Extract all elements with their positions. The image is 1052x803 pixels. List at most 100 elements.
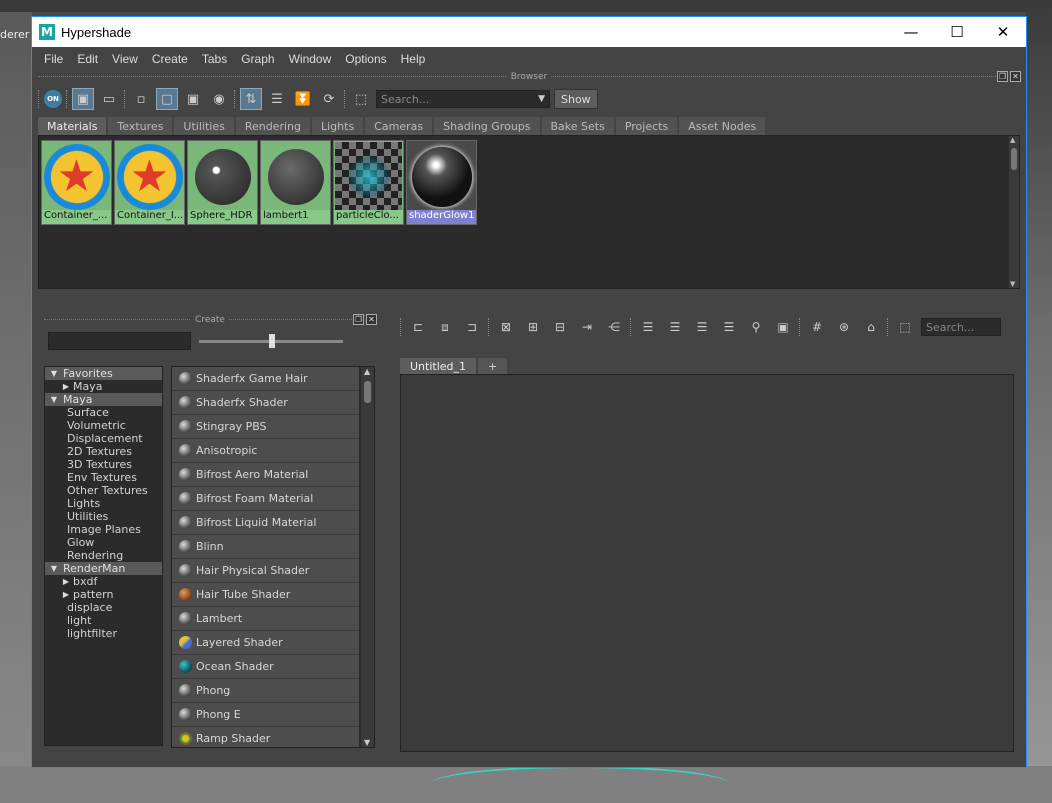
graph-network-icon[interactable]: ⋲ [603, 316, 625, 338]
menu-tabs[interactable]: Tabs [195, 52, 234, 66]
node-item-phong[interactable]: Phong [172, 679, 359, 703]
tree-item-pattern[interactable]: ▶ pattern [45, 588, 162, 601]
tab-bake-sets[interactable]: Bake Sets [541, 117, 614, 135]
graph-search-input[interactable]: Search... [921, 318, 1001, 336]
pin-icon[interactable]: ⌂ [860, 316, 882, 338]
show-button[interactable]: Show [554, 89, 598, 109]
rearrange-icon[interactable]: ⇥ [576, 316, 598, 338]
minimize-button[interactable]: — [888, 17, 934, 47]
node-item-layered-shader[interactable]: Layered Shader [172, 631, 359, 655]
on-toggle-button[interactable]: ON [44, 90, 62, 108]
icon-size-slider[interactable] [199, 333, 343, 348]
tree-item-volumetric[interactable]: Volumetric [45, 419, 162, 432]
tree-item-image-planes[interactable]: Image Planes [45, 523, 162, 536]
frame-icon[interactable]: ⬚ [350, 88, 372, 110]
node-item-shaderfx-game-hair[interactable]: Shaderfx Game Hair [172, 367, 359, 391]
search-icon[interactable]: ⚲ [745, 316, 767, 338]
tree-item-env-textures[interactable]: Env Textures [45, 471, 162, 484]
node-item-bifrost-foam-material[interactable]: Bifrost Foam Material [172, 487, 359, 511]
tree-item-maya[interactable]: ▶ Maya [45, 380, 162, 393]
tree-item-renderman[interactable]: ▼ RenderMan [45, 562, 162, 575]
node-item-anisotropic[interactable]: Anisotropic [172, 439, 359, 463]
sort-by-type-icon[interactable]: ☰ [266, 88, 288, 110]
list-view-icon[interactable]: ▭ [98, 88, 120, 110]
large-swatch-icon[interactable]: ▣ [182, 88, 204, 110]
tree-item-3d-textures[interactable]: 3D Textures [45, 458, 162, 471]
node-item-stingray-pbs[interactable]: Stingray PBS [172, 415, 359, 439]
tree-item-surface[interactable]: Surface [45, 406, 162, 419]
material-swatch[interactable]: lambert1 [260, 140, 331, 225]
tree-item-glow[interactable]: Glow [45, 536, 162, 549]
node-item-blinn[interactable]: Blinn [172, 535, 359, 559]
icon-view-icon[interactable]: ▣ [72, 88, 94, 110]
menu-options[interactable]: Options [338, 52, 393, 66]
add-nodes-icon[interactable]: ⊞ [522, 316, 544, 338]
menu-window[interactable]: Window [282, 52, 339, 66]
medium-swatch-icon[interactable]: ▢ [156, 88, 178, 110]
title-bar[interactable]: M Hypershade — ☐ ✕ [32, 17, 1026, 47]
tab-rendering[interactable]: Rendering [235, 117, 310, 135]
tab-projects[interactable]: Projects [615, 117, 678, 135]
node-item-ocean-shader[interactable]: Ocean Shader [172, 655, 359, 679]
tree-item-lights[interactable]: Lights [45, 497, 162, 510]
menu-graph[interactable]: Graph [234, 52, 281, 66]
menu-edit[interactable]: Edit [70, 52, 105, 66]
output-connections-icon[interactable]: ⊐ [461, 316, 483, 338]
tab-textures[interactable]: Textures [108, 117, 173, 135]
tree-item-rendering[interactable]: Rendering [45, 549, 162, 562]
tree-item-utilities[interactable]: Utilities [45, 510, 162, 523]
menu-help[interactable]: Help [394, 52, 433, 66]
float-panel-icon[interactable]: ❐ [353, 314, 364, 325]
material-swatch[interactable]: particleClo... [333, 140, 404, 225]
node-item-hair-tube-shader[interactable]: Hair Tube Shader [172, 583, 359, 607]
material-swatch[interactable]: ★ Container_... [41, 140, 112, 225]
tab-materials[interactable]: Materials [38, 117, 107, 135]
tree-item-displace[interactable]: displace [45, 601, 162, 614]
tree-item-bxdf[interactable]: ▶ bxdf [45, 575, 162, 588]
frame-all-icon[interactable]: ⬚ [894, 316, 916, 338]
float-panel-icon[interactable]: ❐ [997, 71, 1008, 82]
xlarge-swatch-icon[interactable]: ◉ [208, 88, 230, 110]
chevron-down-icon[interactable]: ▼ [538, 94, 545, 104]
tree-item-light[interactable]: light [45, 614, 162, 627]
tree-item-other-textures[interactable]: Other Textures [45, 484, 162, 497]
maximize-button[interactable]: ☐ [934, 17, 980, 47]
close-panel-icon[interactable]: ✕ [1010, 71, 1021, 82]
tree-item-lightfilter[interactable]: lightfilter [45, 627, 162, 640]
add-tab-button[interactable]: + [478, 358, 508, 374]
node-item-bifrost-liquid-material[interactable]: Bifrost Liquid Material [172, 511, 359, 535]
node-item-phong-e[interactable]: Phong E [172, 703, 359, 727]
node-item-ramp-shader[interactable]: Ramp Shader [172, 727, 359, 747]
tree-item-2d-textures[interactable]: 2D Textures [45, 445, 162, 458]
close-panel-icon[interactable]: ✕ [366, 314, 377, 325]
simple-mode-icon[interactable]: ☰ [637, 316, 659, 338]
menu-view[interactable]: View [105, 52, 145, 66]
tab-lights[interactable]: Lights [312, 117, 364, 135]
input-connections-icon[interactable]: ⊏ [407, 316, 429, 338]
close-button[interactable]: ✕ [980, 17, 1026, 47]
custom-mode-icon[interactable]: ☰ [718, 316, 740, 338]
tab-utilities[interactable]: Utilities [174, 117, 234, 135]
browser-scrollbar[interactable]: ▲ ▼ [1009, 136, 1019, 288]
node-list-scrollbar[interactable]: ▲ ▼ [361, 367, 374, 747]
clear-graph-icon[interactable]: ⊠ [495, 316, 517, 338]
snap-icon[interactable]: ⊛ [833, 316, 855, 338]
tab-cameras[interactable]: Cameras [365, 117, 433, 135]
small-swatch-icon[interactable]: ▫ [130, 88, 152, 110]
tree-item-maya[interactable]: ▼ Maya [45, 393, 162, 406]
node-graph-canvas[interactable] [400, 374, 1014, 752]
refresh-icon[interactable]: ⟳ [318, 88, 340, 110]
tab-untitled-1[interactable]: Untitled_1 [400, 358, 477, 374]
node-item-hair-physical-shader[interactable]: Hair Physical Shader [172, 559, 359, 583]
node-item-bifrost-aero-material[interactable]: Bifrost Aero Material [172, 463, 359, 487]
tab-asset-nodes[interactable]: Asset Nodes [679, 117, 766, 135]
sort-by-time-icon[interactable]: ⏬ [292, 88, 314, 110]
tab-shading-groups[interactable]: Shading Groups [434, 117, 540, 135]
slider-handle[interactable] [269, 333, 275, 348]
sort-by-name-icon[interactable]: ⇅ [240, 88, 262, 110]
material-swatch-selected[interactable]: shaderGlow1 [406, 140, 477, 225]
remove-nodes-icon[interactable]: ⊟ [549, 316, 571, 338]
tree-item-favorites[interactable]: ▼ Favorites [45, 367, 162, 380]
node-item-shaderfx-shader[interactable]: Shaderfx Shader [172, 391, 359, 415]
tree-item-displacement[interactable]: Displacement [45, 432, 162, 445]
